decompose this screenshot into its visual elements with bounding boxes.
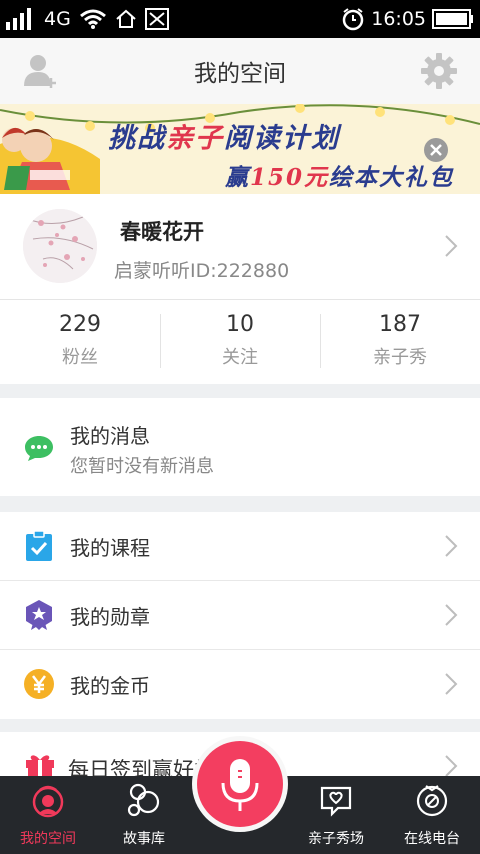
tab-story-library[interactable]: 故事库: [96, 776, 192, 854]
record-button[interactable]: [192, 736, 288, 832]
chevron-right-icon: [445, 673, 458, 695]
avatar-image: [23, 209, 97, 283]
banner-text-1: 挑战: [108, 123, 166, 154]
stats-row: 229 粉丝 10 关注 187 亲子秀: [0, 300, 480, 384]
record-button-inner: [197, 741, 283, 827]
parent-child-show-icon: [320, 786, 352, 817]
banner-headline: 挑战亲子阅读计划: [108, 116, 340, 155]
add-user-icon: [24, 55, 56, 88]
banner-text-2: 亲子: [166, 123, 224, 154]
promo-banner[interactable]: 挑战亲子阅读计划 赢150元绘本大礼包: [0, 104, 480, 194]
wifi-icon: [79, 9, 106, 29]
banner-subline: 赢150元绘本大礼包: [225, 158, 454, 192]
close-icon: [430, 144, 442, 156]
tab-parent-child-show[interactable]: 亲子秀场: [288, 776, 384, 854]
menu-list: 我的课程 我的勋章 我的金币: [0, 512, 480, 719]
stat-value: 10: [226, 312, 254, 337]
settings-button[interactable]: [420, 52, 458, 90]
menu-item-my-medals[interactable]: 我的勋章: [0, 581, 480, 650]
stat-parent-child-show[interactable]: 187 亲子秀: [320, 300, 480, 384]
scissors-icon: [144, 8, 169, 30]
stat-value: 229: [59, 312, 101, 337]
stat-label: 亲子秀: [373, 347, 427, 368]
tab-online-radio[interactable]: 在线电台: [384, 776, 480, 854]
messages-title: 我的消息: [70, 424, 150, 448]
clock-time: 16:05: [371, 8, 426, 30]
chevron-right-icon: [445, 604, 458, 626]
online-radio-icon: [416, 785, 448, 817]
app-header: 我的空间: [0, 38, 480, 104]
messages-item[interactable]: 我的消息 您暂时没有新消息: [0, 398, 480, 496]
stat-value: 187: [379, 312, 421, 337]
banner-text-6: 绘本大礼包: [329, 164, 455, 191]
tab-label: 亲子秀场: [308, 831, 364, 847]
chevron-right-icon: [445, 755, 458, 777]
signal-icon: [6, 8, 31, 30]
page-title: 我的空间: [194, 61, 286, 87]
medal-icon: [26, 600, 52, 630]
chevron-right-icon: [445, 235, 458, 257]
my-space-icon: [32, 785, 64, 818]
clipboard-check-icon: [26, 530, 52, 561]
menu-item-my-courses[interactable]: 我的课程: [0, 512, 480, 581]
tab-my-space[interactable]: 我的空间: [0, 776, 96, 854]
add-friend-button[interactable]: [22, 52, 60, 90]
battery-icon: [432, 9, 473, 29]
messages-subtitle: 您暂时没有新消息: [70, 456, 214, 477]
user-name: 春暖花开: [120, 220, 204, 244]
banner-text-4: 赢: [225, 164, 250, 191]
chat-bubble-icon: [25, 436, 53, 461]
status-bar: 4G 16:05: [0, 0, 480, 38]
banner-close-button[interactable]: [424, 138, 448, 162]
tab-label: 我的空间: [20, 831, 76, 847]
home-icon: [116, 9, 136, 28]
coin-icon: [24, 669, 54, 699]
menu-item-label: 我的勋章: [70, 605, 150, 629]
stat-following[interactable]: 10 关注: [160, 300, 320, 384]
network-type: 4G: [44, 8, 71, 30]
story-library-icon: [127, 783, 160, 817]
menu-item-label: 我的金币: [70, 674, 150, 698]
banner-text-5: 150元: [250, 164, 330, 191]
alarm-icon: [342, 8, 364, 31]
avatar[interactable]: [23, 209, 97, 283]
chevron-right-icon: [445, 535, 458, 557]
stat-label: 粉丝: [62, 347, 98, 368]
gear-icon: [421, 53, 457, 89]
stat-label: 关注: [222, 347, 258, 368]
tab-label: 在线电台: [404, 831, 460, 847]
stat-fans[interactable]: 229 粉丝: [0, 300, 160, 384]
menu-item-label: 我的课程: [70, 536, 150, 560]
menu-item-my-coins[interactable]: 我的金币: [0, 650, 480, 719]
tab-label: 故事库: [123, 831, 165, 847]
user-id: 启蒙听听ID:222880: [114, 260, 290, 282]
microphone-icon: [221, 759, 259, 811]
banner-text-3: 阅读计划: [224, 123, 340, 154]
profile-card[interactable]: 春暖花开 启蒙听听ID:222880: [0, 194, 480, 300]
